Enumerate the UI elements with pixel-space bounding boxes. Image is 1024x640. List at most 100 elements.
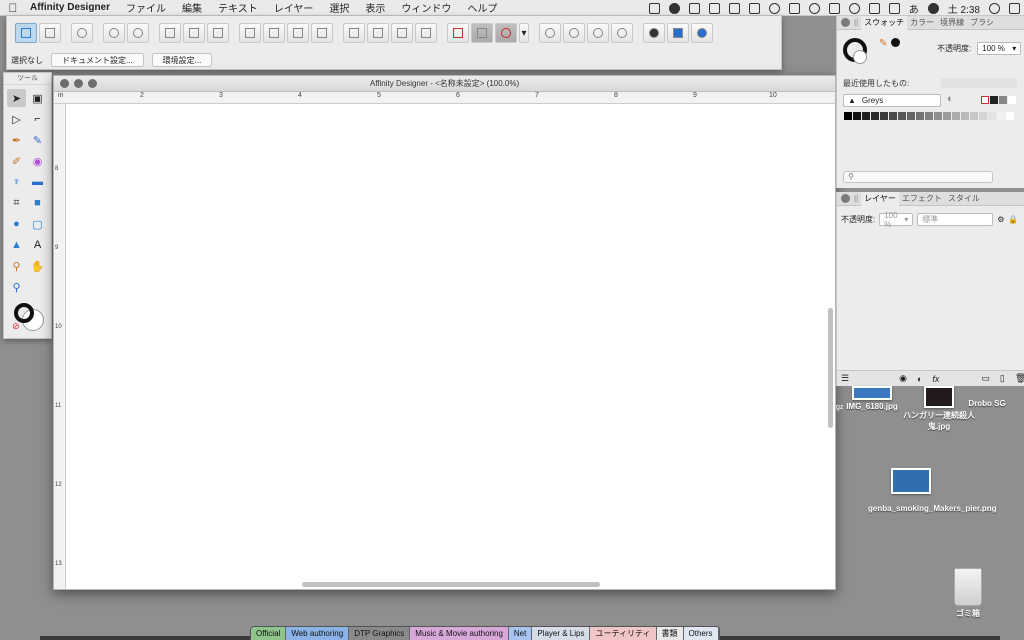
eyedropper-tool-icon[interactable]: ⚲ bbox=[7, 257, 26, 275]
panel-grip-icon[interactable]: || bbox=[854, 194, 858, 203]
rotate-button[interactable] bbox=[391, 23, 413, 43]
move-tool-icon[interactable]: ➤ bbox=[7, 89, 26, 107]
close-panel-icon[interactable] bbox=[841, 194, 850, 203]
color-picker-tool-icon[interactable]: ◉ bbox=[28, 152, 47, 170]
document-setup-button[interactable]: ドキュメント設定... bbox=[51, 53, 144, 67]
desktop-icon-drobo[interactable]: Drobo SG bbox=[962, 386, 1012, 408]
tab-color[interactable]: カラー bbox=[907, 16, 937, 30]
rounded-rectangle-tool-icon[interactable]: ▢ bbox=[28, 215, 47, 233]
grey-swatch-cell[interactable] bbox=[853, 112, 861, 120]
vertical-ruler[interactable]: 8 9 10 11 12 13 bbox=[54, 104, 66, 589]
menu-layer[interactable]: レイヤー bbox=[266, 0, 322, 15]
user-icon[interactable] bbox=[927, 2, 939, 14]
grid-snapping-button[interactable] bbox=[447, 23, 469, 43]
menu-help[interactable]: ヘルプ bbox=[459, 0, 505, 15]
tab-stroke[interactable]: 境界線 bbox=[937, 16, 967, 30]
grey-swatch-cell[interactable] bbox=[1006, 112, 1014, 120]
minimize-window-button[interactable] bbox=[74, 79, 83, 88]
pixel-persona-button[interactable] bbox=[39, 23, 61, 43]
flip-horizontal-button[interactable] bbox=[343, 23, 365, 43]
fx-icon[interactable]: fx bbox=[932, 374, 939, 384]
boolean-subtract-button[interactable] bbox=[563, 23, 585, 43]
grey-swatch-cell[interactable] bbox=[907, 112, 915, 120]
boolean-divide-button[interactable] bbox=[611, 23, 633, 43]
arrange-back-button[interactable] bbox=[239, 23, 261, 43]
app-menu[interactable]: Affinity Designer bbox=[26, 2, 118, 13]
dock-tab[interactable]: Player & Lips bbox=[532, 627, 591, 640]
drive-icon[interactable] bbox=[708, 2, 720, 14]
tab-layers[interactable]: レイヤー bbox=[861, 191, 899, 206]
close-window-button[interactable] bbox=[60, 79, 69, 88]
insert-top-button[interactable] bbox=[667, 23, 689, 43]
black-swatch[interactable] bbox=[990, 96, 998, 104]
node-tool-icon[interactable]: ▷ bbox=[7, 110, 26, 128]
tab-brushes[interactable]: ブラシ bbox=[967, 16, 997, 30]
transform-origin-button[interactable] bbox=[183, 23, 205, 43]
layers-stack-icon[interactable]: ☰ bbox=[841, 373, 849, 384]
shape-button[interactable] bbox=[103, 23, 125, 43]
adjustment-icon[interactable]: ◐ bbox=[917, 374, 922, 384]
grey-swatch-cell[interactable] bbox=[934, 112, 942, 120]
artboard-tool-icon[interactable]: ▣ bbox=[28, 89, 47, 107]
menu-select[interactable]: 選択 bbox=[321, 0, 357, 15]
brush-tool-icon[interactable]: ✐ bbox=[7, 152, 26, 170]
vertical-scrollbar[interactable] bbox=[828, 308, 833, 428]
time-machine-icon[interactable] bbox=[808, 2, 820, 14]
none-swatch-icon[interactable] bbox=[981, 96, 989, 104]
lock-icon[interactable]: 🔒 bbox=[1008, 215, 1018, 224]
twitter-icon[interactable] bbox=[668, 2, 680, 14]
arrange-front-button[interactable] bbox=[311, 23, 333, 43]
grey-swatch-cell[interactable] bbox=[952, 112, 960, 120]
apple-menu-icon[interactable]:  bbox=[0, 1, 26, 15]
grey-swatch-cell[interactable] bbox=[943, 112, 951, 120]
grey-swatch-cell[interactable] bbox=[979, 112, 987, 120]
transform-button[interactable] bbox=[159, 23, 181, 43]
volume-icon[interactable] bbox=[868, 2, 880, 14]
insert-behind-button[interactable] bbox=[643, 23, 665, 43]
swatch-fill-well[interactable] bbox=[853, 50, 867, 64]
pencil-tool-icon[interactable]: ✎ bbox=[28, 131, 47, 149]
new-layer-icon[interactable]: ▯ bbox=[1000, 373, 1005, 384]
screen-share-icon[interactable] bbox=[648, 2, 660, 14]
white-swatch[interactable] bbox=[1008, 96, 1016, 104]
text-tool-icon[interactable]: A bbox=[28, 236, 47, 254]
triangle-tool-icon[interactable]: ▲ bbox=[7, 236, 26, 254]
grey-swatch-cell[interactable] bbox=[871, 112, 879, 120]
designer-persona-button[interactable] bbox=[15, 23, 37, 43]
cloud-icon[interactable] bbox=[788, 2, 800, 14]
spotlight-icon[interactable] bbox=[989, 2, 1000, 14]
grey-swatch-cell[interactable] bbox=[898, 112, 906, 120]
dock-tab[interactable]: ユーティリティ bbox=[590, 627, 657, 640]
align-button[interactable] bbox=[415, 23, 437, 43]
wifi-icon[interactable] bbox=[848, 2, 860, 14]
grey-swatch-cell[interactable] bbox=[880, 112, 888, 120]
swatch-opacity-select[interactable]: 100 % ▾ bbox=[977, 42, 1022, 55]
bounding-box-button[interactable] bbox=[207, 23, 229, 43]
grey-swatch-cell[interactable] bbox=[925, 112, 933, 120]
crop-tool-icon[interactable]: ⌗ bbox=[7, 194, 26, 212]
horizontal-scrollbar[interactable] bbox=[302, 582, 600, 587]
hand-tool-icon[interactable]: ✋ bbox=[28, 257, 47, 275]
grey-swatch-cell[interactable] bbox=[889, 112, 897, 120]
grey-swatch-cell[interactable] bbox=[844, 112, 852, 120]
dropbox-icon[interactable] bbox=[688, 2, 700, 14]
tab-effects[interactable]: エフェクト bbox=[899, 192, 945, 206]
arrange-backward-button[interactable] bbox=[263, 23, 285, 43]
status-circle-icon[interactable] bbox=[768, 2, 780, 14]
snapping-magnet-button[interactable] bbox=[495, 23, 517, 43]
panel-grip-icon[interactable]: || bbox=[854, 18, 858, 27]
tab-styles[interactable]: スタイル bbox=[945, 192, 983, 206]
battery-icon[interactable] bbox=[888, 2, 900, 14]
boolean-intersect-button[interactable] bbox=[587, 23, 609, 43]
greys-swatch-grid[interactable] bbox=[844, 112, 1014, 120]
snap-toggle-button[interactable] bbox=[471, 23, 493, 43]
grey-swatch-cell[interactable] bbox=[970, 112, 978, 120]
fill-tool-icon[interactable]: ♆ bbox=[7, 173, 26, 191]
no-color-icon[interactable]: ⊘ bbox=[12, 321, 20, 332]
horizontal-ruler[interactable]: in 2 3 4 5 6 7 8 9 10 bbox=[54, 92, 835, 104]
arrange-forward-button[interactable] bbox=[287, 23, 309, 43]
close-panel-icon[interactable] bbox=[841, 18, 850, 27]
layer-settings-gear-icon[interactable]: ⚙ bbox=[997, 215, 1004, 224]
menu-window[interactable]: ウィンドウ bbox=[393, 0, 459, 15]
dock-tab[interactable]: Official bbox=[251, 627, 287, 640]
